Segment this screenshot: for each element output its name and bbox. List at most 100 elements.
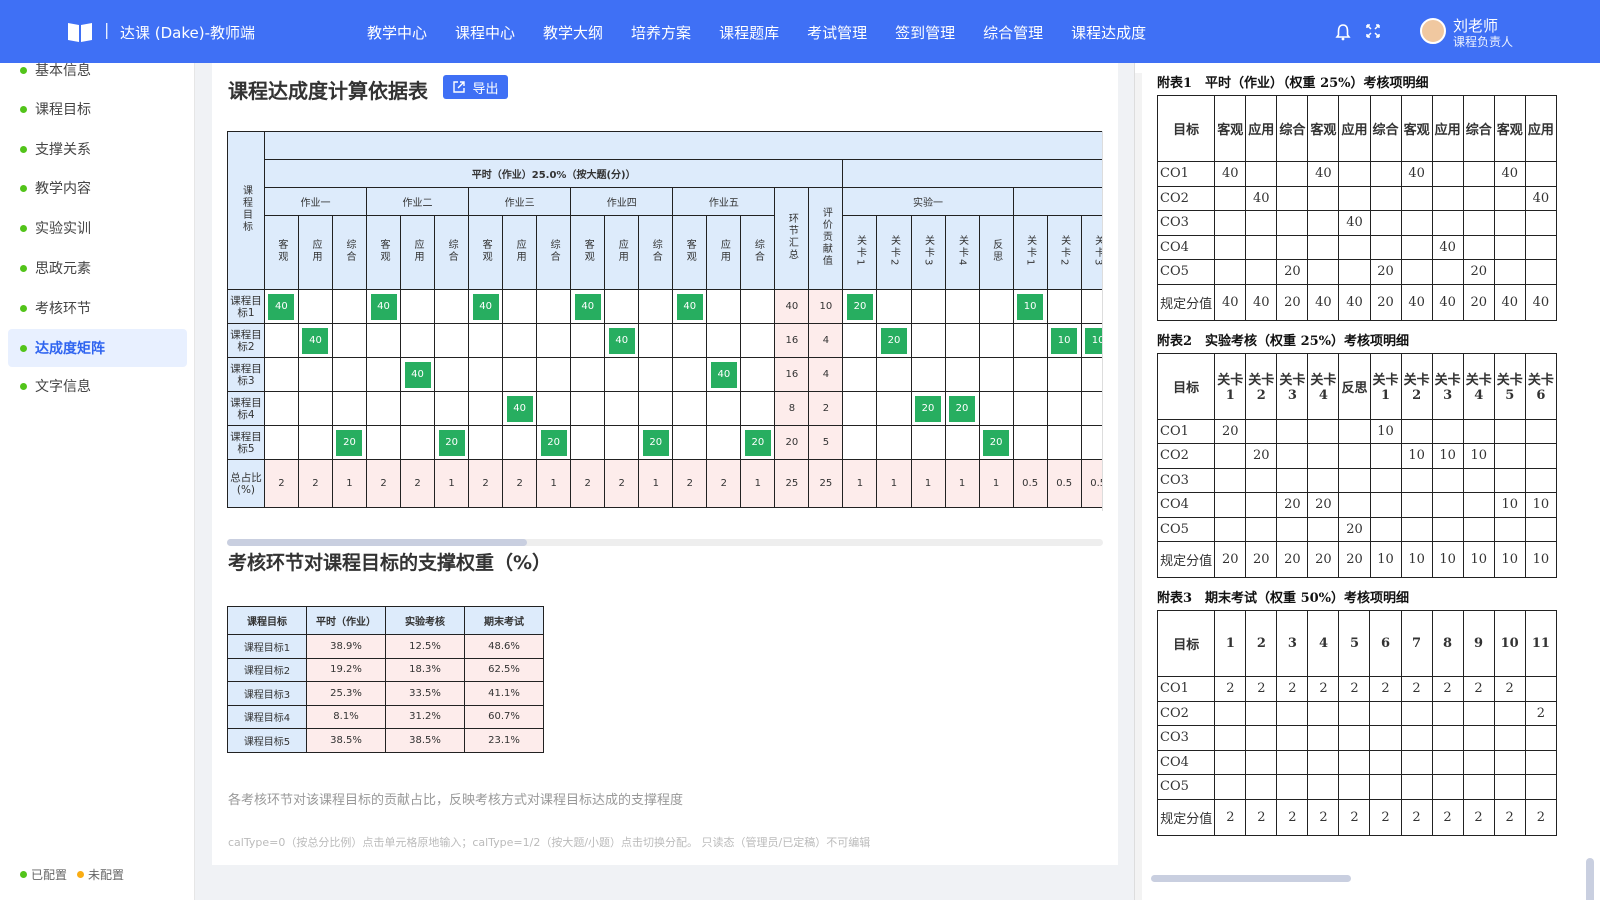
sidebar-item-matrix[interactable]: 达成度矩阵 [8, 329, 187, 367]
sidebar-item-assessment[interactable]: 考核环节 [8, 289, 187, 327]
matrix-cell[interactable] [1012, 425, 1048, 460]
matrix-cell[interactable] [910, 425, 946, 460]
matrix-cell[interactable] [297, 289, 333, 324]
nav-item-exam-management[interactable]: 考试管理 [807, 0, 867, 63]
matrix-cell[interactable]: 5 [808, 425, 844, 460]
matrix-cell[interactable] [570, 391, 606, 426]
matrix-cell[interactable] [365, 425, 402, 460]
matrix-cell[interactable] [910, 323, 946, 358]
matrix-cell[interactable] [978, 357, 1014, 392]
matrix-cell[interactable] [468, 391, 504, 426]
matrix-cell[interactable] [468, 357, 504, 392]
matrix-cell[interactable]: 8 [774, 391, 810, 426]
nav-item-course-center[interactable]: 课程中心 [455, 0, 515, 63]
matrix-cell[interactable]: 20 [774, 425, 810, 460]
horizontal-scrollbar[interactable] [1151, 875, 1351, 882]
matrix-cell[interactable]: 40 [400, 357, 436, 392]
nav-item-syllabus[interactable]: 教学大纲 [543, 0, 603, 63]
matrix-cell[interactable] [297, 357, 333, 392]
matrix-cell[interactable] [876, 425, 912, 460]
matrix-cell[interactable] [978, 323, 1014, 358]
matrix-cell[interactable] [910, 357, 946, 392]
sidebar-item-support[interactable]: 支撑关系 [8, 130, 187, 168]
matrix-cell[interactable]: 40 [297, 323, 333, 358]
matrix-cell[interactable]: 40 [570, 289, 606, 324]
matrix-cell[interactable] [876, 289, 912, 324]
matrix-cell[interactable] [1080, 289, 1102, 324]
matrix-cell[interactable]: 20 [978, 425, 1014, 460]
matrix-cell[interactable]: 40 [672, 289, 708, 324]
matrix-cell[interactable] [740, 391, 776, 426]
matrix-cell[interactable]: 2 [808, 391, 844, 426]
nav-item-attendance[interactable]: 签到管理 [895, 0, 955, 63]
matrix-cell[interactable]: 10 [1080, 323, 1102, 358]
matrix-cell[interactable] [604, 289, 640, 324]
matrix-cell[interactable] [672, 323, 708, 358]
matrix-cell[interactable] [536, 289, 572, 324]
matrix-cell[interactable] [468, 425, 504, 460]
matrix-cell[interactable] [331, 391, 368, 426]
matrix-cell[interactable] [944, 323, 980, 358]
matrix-cell[interactable] [365, 391, 402, 426]
matrix-cell[interactable] [331, 289, 368, 324]
matrix-cell[interactable] [1012, 323, 1048, 358]
matrix-cell[interactable] [706, 425, 742, 460]
matrix-cell[interactable] [570, 323, 606, 358]
matrix-cell[interactable] [876, 391, 912, 426]
export-button[interactable]: 导出 [443, 75, 508, 99]
sidebar-item-content[interactable]: 教学内容 [8, 169, 187, 207]
matrix-cell[interactable] [536, 357, 572, 392]
matrix-cell[interactable]: 20 [434, 425, 470, 460]
matrix-cell[interactable]: 20 [910, 391, 946, 426]
matrix-cell[interactable] [1080, 425, 1102, 460]
nav-item-general-management[interactable]: 综合管理 [983, 0, 1043, 63]
matrix-cell[interactable] [502, 425, 538, 460]
matrix-cell[interactable]: 20 [944, 391, 980, 426]
matrix-cell[interactable] [297, 425, 333, 460]
nav-item-teaching-center[interactable]: 教学中心 [367, 0, 427, 63]
matrix-cell[interactable] [331, 357, 368, 392]
sidebar-item-text-info[interactable]: 文字信息 [8, 367, 187, 405]
matrix-cell[interactable] [672, 357, 708, 392]
matrix-cell[interactable] [842, 323, 878, 358]
matrix-cell[interactable] [638, 391, 674, 426]
matrix-cell[interactable] [876, 357, 912, 392]
matrix-cell[interactable] [672, 391, 708, 426]
matrix-cell[interactable] [944, 357, 980, 392]
matrix-cell[interactable] [434, 289, 470, 324]
matrix-cell[interactable] [740, 323, 776, 358]
matrix-cell[interactable] [434, 357, 470, 392]
matrix-cell[interactable]: 20 [740, 425, 776, 460]
matrix-cell[interactable] [434, 391, 470, 426]
matrix-cell[interactable]: 40 [706, 357, 742, 392]
matrix-cell[interactable] [263, 425, 299, 460]
matrix-cell[interactable] [1046, 289, 1082, 324]
matrix-cell[interactable] [842, 391, 878, 426]
vertical-scrollbar[interactable] [1586, 858, 1594, 900]
matrix-cell[interactable] [604, 357, 640, 392]
matrix-cell[interactable]: 10 [1046, 323, 1082, 358]
matrix-cell[interactable]: 40 [502, 391, 538, 426]
matrix-cell[interactable]: 20 [842, 289, 878, 324]
matrix-cell[interactable]: 20 [638, 425, 674, 460]
matrix-cell[interactable]: 10 [808, 289, 844, 324]
matrix-cell[interactable] [672, 425, 708, 460]
matrix-cell[interactable] [706, 289, 742, 324]
matrix-cell[interactable] [944, 289, 980, 324]
matrix-cell[interactable] [944, 425, 980, 460]
matrix-cell[interactable]: 20 [331, 425, 368, 460]
matrix-cell[interactable] [638, 323, 674, 358]
matrix-cell[interactable] [1046, 391, 1082, 426]
matrix-cell[interactable] [1046, 425, 1082, 460]
matrix-cell[interactable] [502, 323, 538, 358]
matrix-cell[interactable] [604, 391, 640, 426]
sidebar-item-course-goals[interactable]: 课程目标 [8, 90, 187, 128]
matrix-cell[interactable] [365, 357, 402, 392]
sidebar-item-basic-info[interactable]: 基本信息 [8, 51, 187, 89]
matrix-cell[interactable] [740, 289, 776, 324]
nav-item-achievement[interactable]: 课程达成度 [1071, 0, 1146, 63]
matrix-cell[interactable]: 16 [774, 323, 810, 358]
matrix-cell[interactable]: 20 [876, 323, 912, 358]
matrix-cell[interactable] [365, 323, 402, 358]
matrix-cell[interactable] [468, 323, 504, 358]
